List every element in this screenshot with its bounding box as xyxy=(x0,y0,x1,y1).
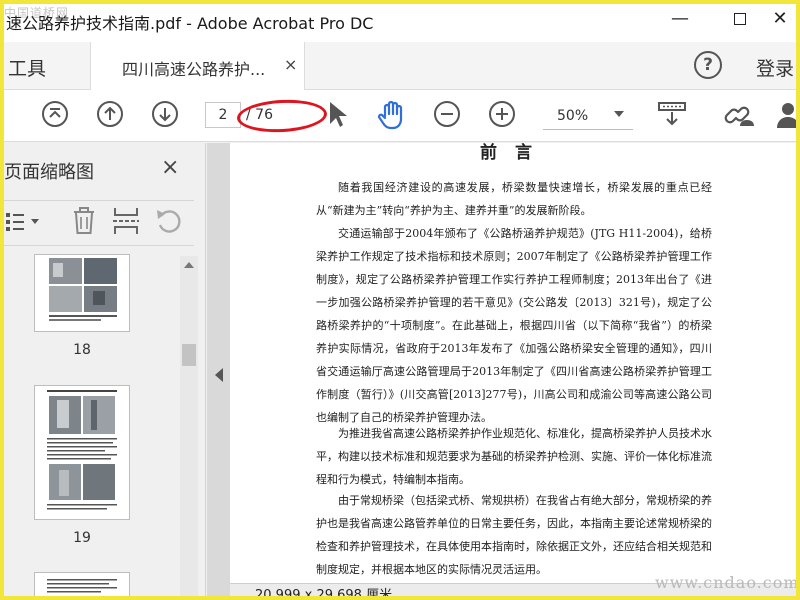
thumbnail-preview xyxy=(47,390,117,510)
thumbnail-page-number: 18 xyxy=(73,342,91,358)
thumbnail-page-number: 19 xyxy=(73,530,91,546)
maximize-icon xyxy=(734,13,746,25)
zoom-in-button[interactable] xyxy=(489,101,515,127)
minus-icon xyxy=(441,113,453,115)
select-arrow-icon[interactable] xyxy=(327,100,349,130)
tab-tools[interactable]: 工具 xyxy=(8,54,46,81)
chevron-down-icon xyxy=(614,111,624,117)
page-thumbnail-next[interactable] xyxy=(34,572,130,596)
thumbnail-options-icon[interactable] xyxy=(4,206,44,236)
thumbnail-scrollbar[interactable] xyxy=(180,256,198,596)
delete-page-icon[interactable] xyxy=(70,205,98,237)
hand-tool-icon[interactable] xyxy=(376,99,408,131)
first-page-button[interactable] xyxy=(42,101,68,127)
watermark-bottom: www.cndao.com xyxy=(655,573,800,592)
login-button[interactable]: 登录 xyxy=(756,54,794,81)
panel-close-button[interactable]: × xyxy=(161,155,179,180)
rotate-page-icon[interactable] xyxy=(154,206,184,236)
thumbnail-preview xyxy=(49,258,117,321)
collapse-panel-icon[interactable] xyxy=(215,368,223,382)
zoom-out-button[interactable] xyxy=(434,101,460,127)
page-thumbnail-18[interactable] xyxy=(34,254,130,332)
arrow-up-icon xyxy=(104,106,116,120)
help-icon[interactable]: ? xyxy=(694,51,722,79)
page-heading: 前言 xyxy=(480,143,550,163)
first-page-icon xyxy=(49,108,61,118)
arrow-down-icon xyxy=(159,108,171,122)
next-page-button[interactable] xyxy=(152,101,178,127)
scrollbar-thumb[interactable] xyxy=(182,344,196,366)
page-size-label: 20.999 x 29.698 厘米 xyxy=(255,588,393,600)
page-number-input[interactable]: 2 xyxy=(205,102,241,128)
panel-title: 页面缩略图 xyxy=(4,162,94,183)
paragraph: 交通运输部于2004年颁布了《公路桥涵养护规范》(JTG H11-2004)，给… xyxy=(316,227,712,424)
paragraph: 为推进我省高速公路桥梁养护作业规范化、标准化，提高桥梁养护人员技术水平，构建以技… xyxy=(316,427,712,486)
zoom-value: 50% xyxy=(557,108,589,124)
scroll-mode-icon[interactable] xyxy=(657,100,687,130)
minimize-button[interactable]: — xyxy=(660,4,700,34)
plus-icon xyxy=(496,108,508,120)
page-thumbnail-19[interactable] xyxy=(34,385,130,520)
thumbnail-preview xyxy=(47,579,117,593)
split-page-icon[interactable] xyxy=(111,205,141,237)
close-window-button[interactable]: ✕ xyxy=(760,4,800,34)
paragraph: 随着我国经济建设的高速发展，桥梁数量快速增长，桥梁发展的重点已经从“新建为主”转… xyxy=(316,181,712,217)
window-title: 速公路养护技术指南.pdf - Adobe Acrobat Pro DC xyxy=(6,14,374,33)
share-link-icon[interactable] xyxy=(724,100,754,130)
maximize-button[interactable] xyxy=(720,4,760,34)
tab-document-label: 四川高速公路养护... xyxy=(122,60,266,79)
paragraph: 由于常规桥梁（包括梁式桥、常规拱桥）在我省占有绝大部分，常规桥梁的养护也是我省高… xyxy=(316,494,712,576)
tab-close-button[interactable]: × xyxy=(284,55,297,74)
user-icon[interactable] xyxy=(776,101,796,129)
scroll-up-icon[interactable] xyxy=(184,262,194,268)
previous-page-button[interactable] xyxy=(97,101,123,127)
